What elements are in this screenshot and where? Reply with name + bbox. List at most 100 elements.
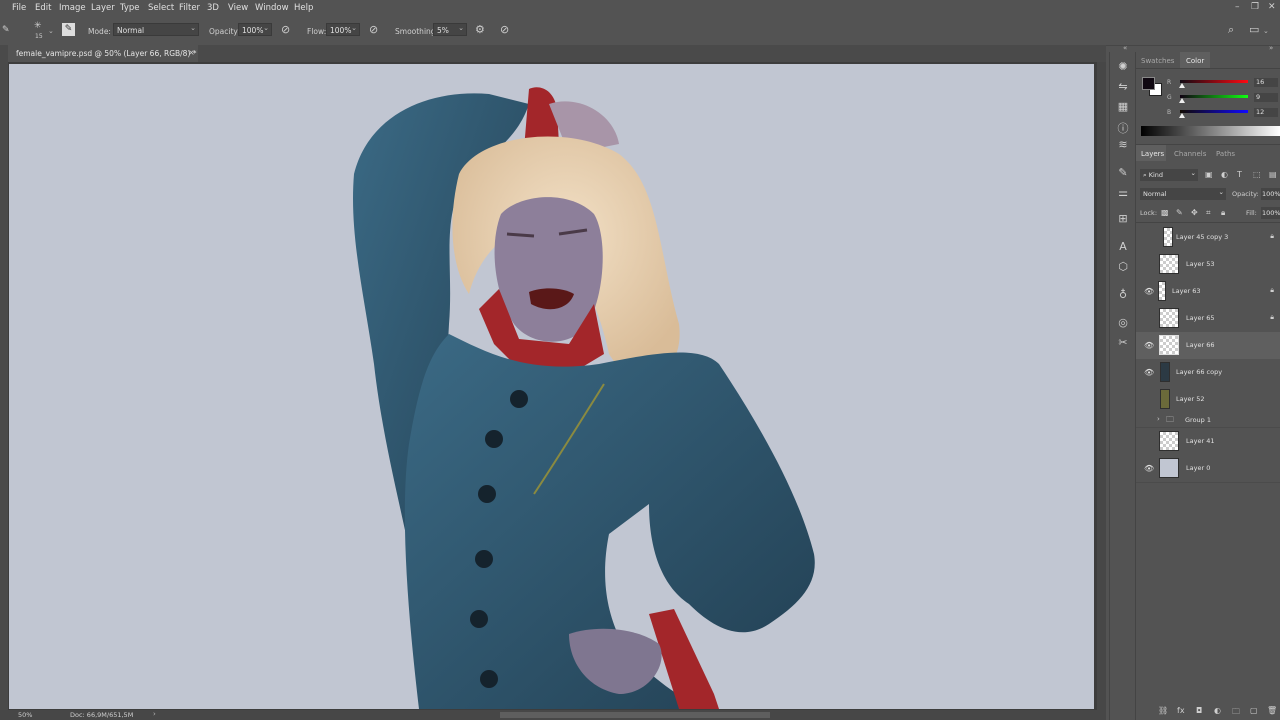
close-window-icon[interactable]: ✕	[1268, 2, 1276, 12]
menu-type[interactable]: Type	[120, 3, 140, 13]
adjustments-icon[interactable]: ▦	[1116, 100, 1130, 113]
layer-row[interactable]: Layer 53	[1136, 251, 1280, 279]
lock-all-icon[interactable]: 🔒︎	[1221, 208, 1225, 218]
pressure-size-icon[interactable]: ⊘	[500, 23, 509, 36]
chevron-down-icon[interactable]: ⌄	[48, 27, 54, 35]
layer-row[interactable]: Layer 52	[1136, 386, 1280, 414]
smoothing-field[interactable]: 5% ⌄	[433, 23, 467, 36]
chevron-right-icon[interactable]: ›	[1157, 415, 1160, 423]
lock-transparency-icon[interactable]: ▩	[1161, 208, 1169, 217]
history-icon[interactable]: ⇋	[1116, 80, 1130, 93]
brush-panel-icon[interactable]: ✎	[62, 23, 75, 36]
menu-select[interactable]: Select	[148, 3, 174, 13]
info-icon[interactable]: ⓘ	[1116, 120, 1130, 136]
3d-icon[interactable]: ⬡	[1116, 260, 1130, 273]
layer-opacity-value[interactable]: 100%	[1261, 188, 1280, 200]
libraries-icon[interactable]: ◎	[1116, 316, 1130, 329]
menu-filter[interactable]: Filter	[179, 3, 200, 13]
opacity-field[interactable]: 100% ⌄	[238, 23, 272, 36]
menu-image[interactable]: Image	[59, 3, 86, 13]
blue-value[interactable]: 12	[1254, 108, 1278, 117]
minimize-icon[interactable]: –	[1235, 2, 1240, 12]
search-icon[interactable]: ⌕	[1228, 23, 1234, 37]
lock-move-icon[interactable]: ✥	[1191, 208, 1198, 217]
layer-row[interactable]: Layer 65 🔒︎	[1136, 305, 1280, 333]
eye-icon[interactable]: 👁︎	[1144, 341, 1154, 350]
eye-icon[interactable]: 👁︎	[1144, 368, 1154, 377]
red-slider[interactable]	[1180, 80, 1248, 83]
blue-slider-thumb[interactable]	[1179, 113, 1185, 118]
brush-presets-icon[interactable]: ≋	[1116, 138, 1130, 151]
tab-layers[interactable]: Layers	[1141, 150, 1164, 158]
layer-mask-icon[interactable]: ◘	[1196, 706, 1202, 715]
eye-icon[interactable]: 👁︎	[1144, 464, 1154, 473]
layer-row-selected[interactable]: 👁︎ Layer 66	[1136, 332, 1280, 360]
grayscale-ramp[interactable]	[1141, 126, 1280, 136]
filter-smart-icon[interactable]: ▤	[1269, 170, 1277, 179]
fill-value[interactable]: 100%	[1261, 207, 1280, 219]
canvas[interactable]	[9, 64, 1094, 709]
menu-layer[interactable]: Layer	[91, 3, 115, 13]
character-icon[interactable]: ⊞	[1116, 212, 1130, 225]
properties-icon[interactable]: ⚌	[1116, 186, 1130, 199]
red-slider-thumb[interactable]	[1179, 83, 1185, 88]
trash-icon[interactable]: 🗑︎	[1267, 706, 1277, 715]
new-group-icon[interactable]: 🗀	[1232, 706, 1240, 720]
document-tab[interactable]: female_vamipre.psd @ 50% (Layer 66, RGB/…	[8, 45, 198, 62]
menu-edit[interactable]: Edit	[35, 3, 51, 13]
mode-select[interactable]: Normal ⌄	[113, 23, 199, 36]
gear-icon[interactable]: ⚙	[475, 23, 485, 36]
lock-artboard-icon[interactable]: ⌗	[1206, 208, 1211, 218]
chevron-down-icon[interactable]: ⌄	[1263, 27, 1269, 35]
blue-slider[interactable]	[1180, 110, 1248, 113]
layer-group-row[interactable]: › 🗀 Group 1	[1136, 413, 1280, 428]
filter-type-icon[interactable]: T	[1237, 170, 1242, 179]
restore-icon[interactable]: ❐	[1251, 2, 1259, 12]
layer-row[interactable]: 👁︎ Layer 66 copy	[1136, 359, 1280, 387]
tab-color[interactable]: Color	[1186, 57, 1204, 65]
blend-mode-select[interactable]: Normal ⌄	[1140, 188, 1226, 200]
layer-row[interactable]: Layer 45 copy 3 🔒︎	[1136, 224, 1280, 252]
layer-style-icon[interactable]: fx	[1177, 706, 1185, 715]
green-value[interactable]: 9	[1254, 93, 1278, 102]
tab-channels[interactable]: Channels	[1174, 150, 1206, 158]
green-slider[interactable]	[1180, 95, 1248, 98]
green-slider-thumb[interactable]	[1179, 98, 1185, 103]
layer-filter-kind[interactable]: ⌕ Kind ⌄	[1140, 169, 1198, 181]
flow-field[interactable]: 100% ⌄	[326, 23, 360, 36]
eye-icon[interactable]: 👁︎	[1144, 287, 1154, 296]
close-icon[interactable]: ×	[188, 48, 195, 57]
link-layers-icon[interactable]: ⛓	[1158, 706, 1168, 715]
menu-view[interactable]: View	[228, 3, 248, 13]
lightbulb-icon[interactable]: ♁	[1116, 288, 1130, 301]
zoom-level[interactable]: 50%	[18, 711, 32, 719]
collapse-panels-icon[interactable]: «	[1123, 44, 1127, 52]
new-layer-icon[interactable]: ▢	[1250, 706, 1258, 715]
brush-tool-icon[interactable]: ✎	[2, 25, 10, 35]
filter-shape-icon[interactable]: ⬚	[1253, 170, 1261, 179]
lock-paint-icon[interactable]: ✎	[1176, 208, 1183, 217]
workspace-icon[interactable]: ▭	[1249, 23, 1259, 36]
menu-file[interactable]: File	[12, 3, 26, 13]
type-icon[interactable]: A	[1116, 240, 1130, 253]
layer-row[interactable]: 👁︎ Layer 63 🔒︎	[1136, 278, 1280, 306]
tab-swatches[interactable]: Swatches	[1141, 57, 1174, 65]
airbrush-icon[interactable]: ⊘	[369, 23, 378, 36]
vertical-scrollbar[interactable]	[1097, 62, 1106, 710]
brush-settings-icon[interactable]: ✎	[1116, 166, 1130, 179]
red-value[interactable]: 16	[1254, 78, 1278, 87]
layer-row[interactable]: Layer 41	[1136, 428, 1280, 456]
tab-paths[interactable]: Paths	[1216, 150, 1235, 158]
color-panel-icon[interactable]: ✺	[1116, 60, 1130, 73]
layer-row[interactable]: 👁︎ Layer 0	[1136, 455, 1280, 483]
brush-preset-icon[interactable]: ✳	[34, 21, 42, 31]
pressure-opacity-icon[interactable]: ⊘	[281, 23, 290, 36]
filter-pixel-icon[interactable]: ▣	[1205, 170, 1213, 179]
menu-window[interactable]: Window	[255, 3, 289, 13]
collapse-panels-icon[interactable]: »	[1269, 44, 1273, 52]
menu-help[interactable]: Help	[294, 3, 313, 13]
filter-adjustment-icon[interactable]: ◐	[1221, 170, 1228, 179]
chevron-right-icon[interactable]: ›	[153, 710, 156, 718]
scissors-icon[interactable]: ✂	[1116, 336, 1130, 349]
adjustment-layer-icon[interactable]: ◐	[1214, 706, 1221, 715]
